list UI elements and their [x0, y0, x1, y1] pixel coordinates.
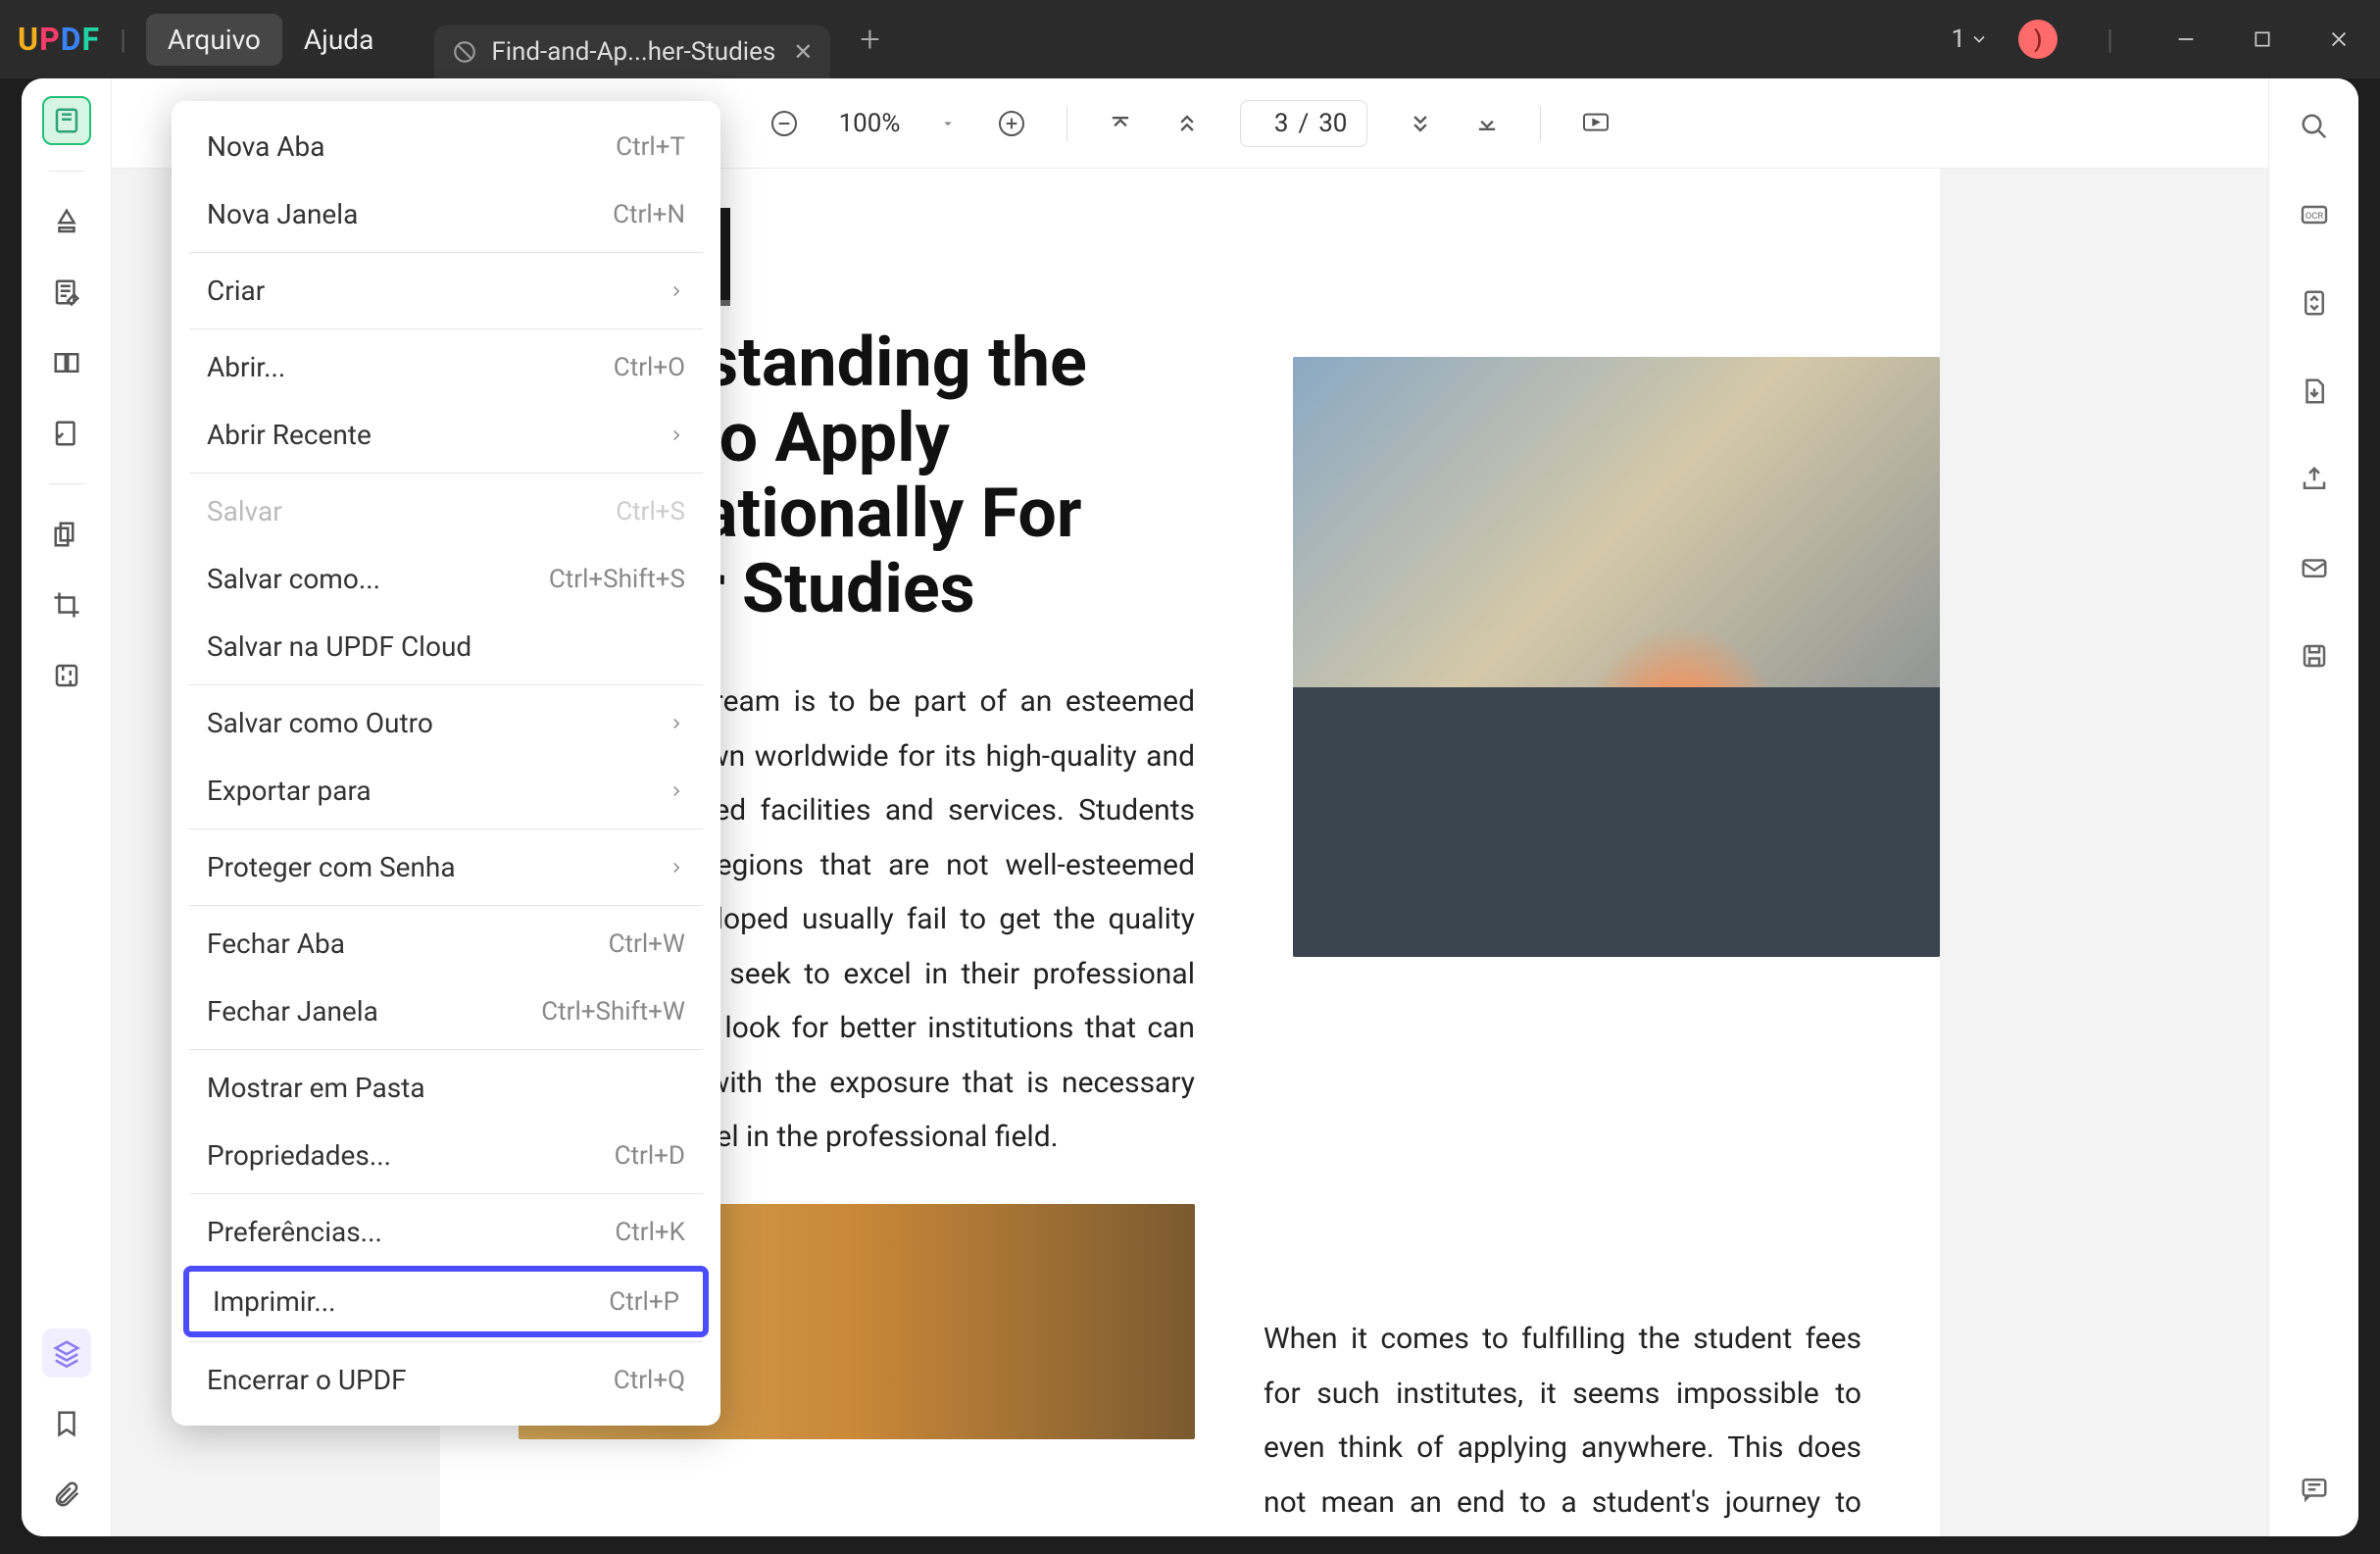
zoom-dropdown[interactable]: [939, 115, 957, 132]
menu-help[interactable]: Ajuda: [282, 14, 395, 66]
close-button[interactable]: [2315, 28, 2362, 50]
zoom-in-button[interactable]: [996, 108, 1027, 139]
divider: |: [2107, 24, 2113, 56]
menu-new-window[interactable]: Nova Janela Ctrl+N: [172, 180, 720, 248]
page-total: 30: [1318, 109, 1347, 138]
copy-tool[interactable]: [42, 510, 91, 559]
menu-save: Salvar Ctrl+S: [172, 477, 720, 545]
presentation-button[interactable]: [1580, 108, 1611, 139]
export-file-icon[interactable]: [2290, 367, 2339, 416]
form-tool[interactable]: [42, 409, 91, 458]
menu-open-recent[interactable]: Abrir Recente: [172, 401, 720, 469]
minimize-button[interactable]: [2162, 28, 2209, 50]
reader-tool[interactable]: [42, 96, 91, 145]
share-icon[interactable]: [2290, 455, 2339, 504]
title-bar: UPDF | Arquivo Ajuda Find-and-Ap...her-S…: [0, 0, 2380, 78]
pages-tool[interactable]: [42, 338, 91, 387]
menu-quit[interactable]: Encerrar o UPDF Ctrl+Q: [172, 1346, 720, 1414]
first-page-button[interactable]: [1107, 110, 1134, 137]
highlight-tool[interactable]: [42, 197, 91, 246]
comments-icon[interactable]: [2290, 1464, 2339, 1513]
chevron-right-icon: [668, 775, 685, 807]
right-sidebar: OCR: [2268, 78, 2358, 1536]
document-tab[interactable]: Find-and-Ap...her-Studies ✕: [434, 25, 830, 78]
page-current: 3: [1261, 109, 1288, 138]
tab-title: Find-and-Ap...her-Studies: [491, 37, 775, 67]
last-page-button[interactable]: [1473, 110, 1501, 137]
divider: |: [120, 24, 126, 56]
app-logo: UPDF: [18, 21, 100, 58]
menu-export[interactable]: Exportar para: [172, 757, 720, 825]
chevron-down-icon: [1969, 29, 1989, 49]
prev-page-button[interactable]: [1173, 110, 1201, 137]
zoom-out-button[interactable]: [769, 108, 800, 139]
add-tab-button[interactable]: +: [860, 19, 879, 60]
attachment-tool[interactable]: [42, 1470, 91, 1519]
menu-save-cloud[interactable]: Salvar na UPDF Cloud: [172, 613, 720, 680]
menu-show-folder[interactable]: Mostrar em Pasta: [172, 1054, 720, 1122]
menu-new-tab[interactable]: Nova Aba Ctrl+T: [172, 113, 720, 180]
left-sidebar: [22, 78, 112, 1536]
layers-tool[interactable]: [42, 1328, 91, 1378]
window-count[interactable]: 1: [1952, 25, 1990, 54]
search-icon[interactable]: [2290, 102, 2339, 151]
tab-file-icon: [452, 39, 477, 65]
mail-icon[interactable]: [2290, 543, 2339, 592]
menu-create[interactable]: Criar: [172, 257, 720, 325]
menu-close-window[interactable]: Fechar Janela Ctrl+Shift+W: [172, 978, 720, 1045]
ocr-icon[interactable]: OCR: [2290, 190, 2339, 239]
menu-preferences[interactable]: Preferências... Ctrl+K: [172, 1198, 720, 1266]
page-indicator[interactable]: 3 / 30: [1240, 100, 1367, 147]
chevron-right-icon: [668, 707, 685, 739]
menu-file[interactable]: Arquivo: [146, 14, 282, 66]
menu-properties[interactable]: Propriedades... Ctrl+D: [172, 1122, 720, 1189]
chevron-right-icon: [668, 275, 685, 307]
user-avatar[interactable]: ): [2018, 20, 2058, 59]
chevron-right-icon: [668, 419, 685, 451]
save-icon[interactable]: [2290, 631, 2339, 680]
menu-save-as[interactable]: Salvar como... Ctrl+Shift+S: [172, 545, 720, 613]
edit-tool[interactable]: [42, 268, 91, 317]
menu-close-tab[interactable]: Fechar Aba Ctrl+W: [172, 910, 720, 978]
svg-text:OCR: OCR: [2305, 211, 2322, 222]
menu-protect[interactable]: Proteger com Senha: [172, 833, 720, 901]
chevron-right-icon: [668, 851, 685, 883]
document-image-1: [1293, 357, 1940, 957]
maximize-button[interactable]: [2239, 29, 2286, 49]
crop-tool[interactable]: [42, 580, 91, 629]
convert-icon[interactable]: [2290, 278, 2339, 327]
tab-close-icon[interactable]: ✕: [793, 38, 813, 66]
file-menu-dropdown: Nova Aba Ctrl+T Nova Janela Ctrl+N Criar…: [172, 101, 720, 1426]
next-page-button[interactable]: [1407, 110, 1434, 137]
zoom-level: 100%: [839, 109, 901, 138]
document-paragraph-right: When it comes to fulfilling the student …: [1264, 1312, 1861, 1536]
compress-tool[interactable]: [42, 651, 91, 700]
bookmark-tool[interactable]: [42, 1399, 91, 1448]
menu-open[interactable]: Abrir... Ctrl+O: [172, 333, 720, 401]
menu-save-other[interactable]: Salvar como Outro: [172, 689, 720, 757]
menu-print[interactable]: Imprimir... Ctrl+P: [183, 1266, 709, 1337]
